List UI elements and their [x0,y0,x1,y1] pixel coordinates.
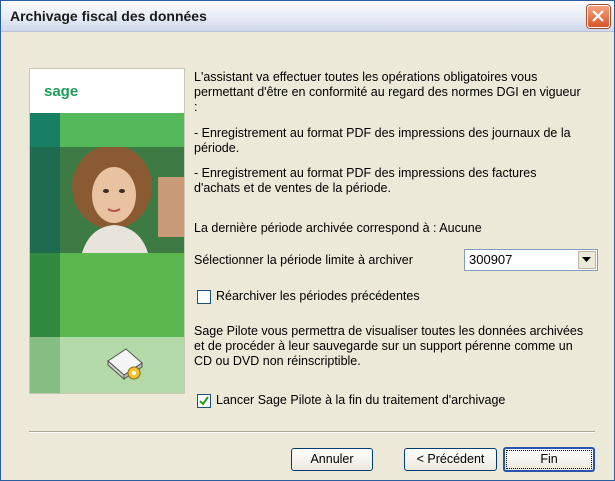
bullet-journaux: - Enregistrement au format PDF des impre… [194,126,571,155]
dropdown-button[interactable] [578,251,596,269]
launch-pilote-label[interactable]: Lancer Sage Pilote à la fin du traitemen… [216,393,505,407]
wizard-content: sage L'assistant va effectuer toutes les… [1,32,614,480]
close-icon [592,10,604,22]
chevron-down-icon [582,257,591,262]
launch-pilote-checkbox[interactable] [197,394,211,408]
rearchive-label[interactable]: Réarchiver les périodes précédentes [216,289,420,303]
bullet-factures: - Enregistrement au format PDF des impre… [194,166,537,195]
title-bar[interactable]: Archivage fiscal des données [1,1,614,32]
finish-button[interactable]: Fin [503,447,595,472]
wizard-window: Archivage fiscal des données sage L'assi… [0,0,615,481]
green-block [30,253,184,337]
cancel-button[interactable]: Annuler [291,448,373,471]
intro-text: L'assistant va effectuer toutes les opér… [194,70,581,114]
side-illustration: sage [29,68,185,394]
pilote-description: Sage Pilote vous permettra de visualiser… [194,324,584,368]
rearchive-checkbox[interactable] [197,290,211,304]
select-period-label: Sélectionner la période limite à archive… [194,253,413,267]
portrait-photo [30,147,184,253]
checkmark-icon [199,396,209,406]
previous-button[interactable]: < Précédent [404,448,497,471]
window-title: Archivage fiscal des données [10,8,207,24]
period-select[interactable]: 300907 [464,249,598,271]
green-band [30,113,184,147]
last-period-text: La dernière période archivée correspond … [194,221,482,235]
period-select-value: 300907 [469,252,513,267]
archive-disc-icon [107,348,143,381]
close-button[interactable] [587,5,610,28]
separator [29,431,595,433]
sage-logo: sage [44,83,79,100]
